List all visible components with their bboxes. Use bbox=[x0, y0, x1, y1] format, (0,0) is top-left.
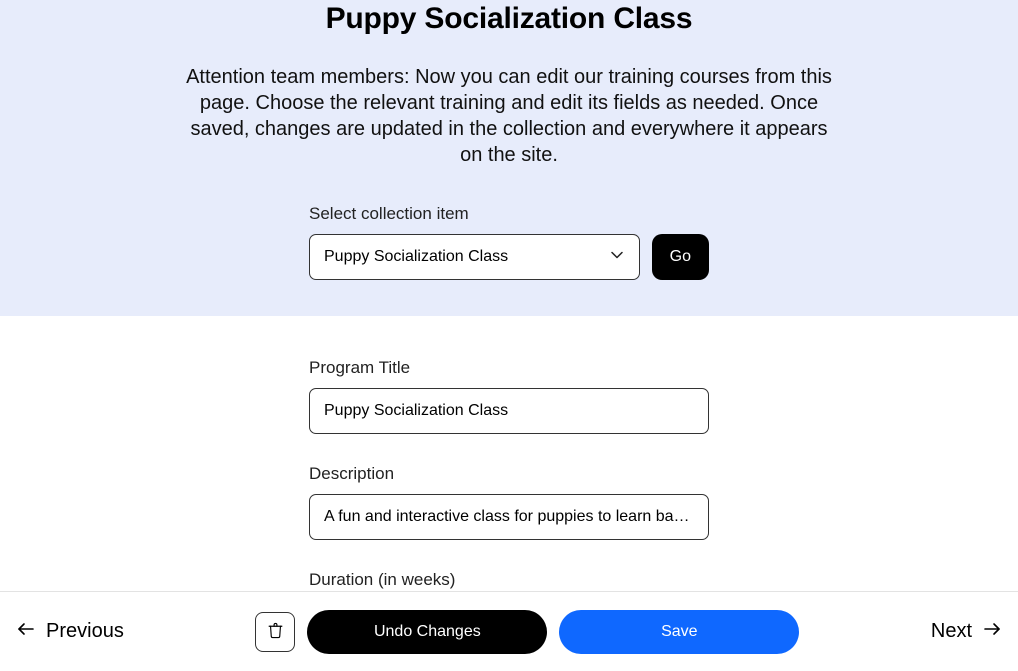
next-button[interactable]: Next bbox=[931, 619, 1002, 645]
intro-text: Attention team members: Now you can edit… bbox=[179, 64, 839, 168]
description-input[interactable]: A fun and interactive class for puppies … bbox=[309, 494, 709, 540]
next-label: Next bbox=[931, 620, 972, 643]
arrow-right-icon bbox=[982, 619, 1002, 645]
trash-icon bbox=[267, 622, 284, 642]
arrow-left-icon bbox=[16, 619, 36, 645]
save-button[interactable]: Save bbox=[559, 610, 799, 654]
go-button[interactable]: Go bbox=[652, 234, 709, 280]
duration-label: Duration (in weeks) bbox=[309, 570, 709, 590]
previous-label: Previous bbox=[46, 620, 124, 643]
program-title-value: Puppy Socialization Class bbox=[324, 402, 508, 420]
footer-bar: Previous Undo Changes Save Next bbox=[0, 591, 1018, 671]
description-label: Description bbox=[309, 464, 709, 484]
chevron-down-icon bbox=[609, 247, 625, 268]
page-title: Puppy Socialization Class bbox=[0, 0, 1018, 36]
collection-item-value: Puppy Socialization Class bbox=[324, 248, 508, 266]
delete-button[interactable] bbox=[255, 612, 295, 652]
program-title-label: Program Title bbox=[309, 358, 709, 378]
select-collection-label: Select collection item bbox=[309, 204, 709, 224]
undo-changes-button[interactable]: Undo Changes bbox=[307, 610, 547, 654]
program-title-input[interactable]: Puppy Socialization Class bbox=[309, 388, 709, 434]
previous-button[interactable]: Previous bbox=[16, 619, 124, 645]
collection-item-select[interactable]: Puppy Socialization Class bbox=[309, 234, 640, 280]
description-value: A fun and interactive class for puppies … bbox=[324, 508, 690, 526]
